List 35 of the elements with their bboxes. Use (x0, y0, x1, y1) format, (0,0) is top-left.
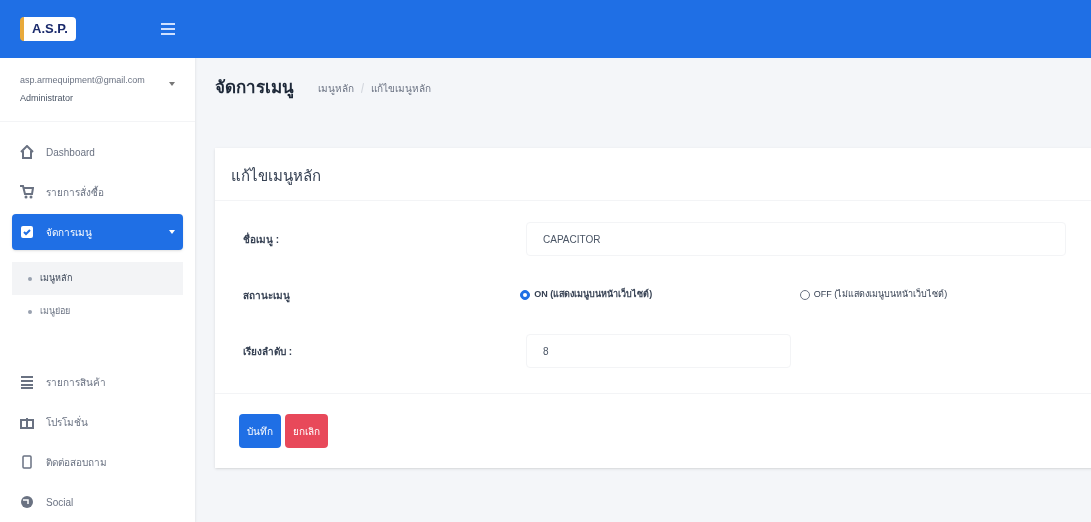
cart-icon (20, 185, 34, 199)
save-button[interactable]: บันทึก (239, 414, 281, 448)
breadcrumb-item[interactable]: เมนูหลัก (318, 80, 354, 96)
menu-icon[interactable] (161, 23, 175, 35)
number-field[interactable]: 8 (526, 334, 791, 368)
field-label: ชื่อเมนู : (242, 231, 281, 247)
text-field[interactable]: CAPACITOR (526, 222, 1066, 256)
submenu-item[interactable]: เมนูหลัก (12, 262, 183, 295)
breadcrumb-item: แก้ไขเมนูหลัก (371, 81, 431, 96)
sidebar-item[interactable]: ติดต่อสอบถาม (12, 444, 183, 480)
submenu-item[interactable]: เมนูย่อย (12, 295, 183, 328)
radio-option[interactable]: OFF (ไม่แสดงเมนูบนหน้าเว็บไซต์) (799, 288, 1079, 302)
sidebar-item[interactable]: Social (12, 484, 183, 520)
list-icon (20, 375, 34, 389)
cancel-button[interactable]: ยกเลิก (285, 414, 328, 448)
field-label: สถานะเมนู (242, 288, 291, 303)
checkbox-icon (20, 225, 34, 239)
home-icon (20, 145, 34, 159)
globe-icon (20, 495, 34, 509)
sidebar-item[interactable]: รายการสั่งซื้อ (12, 174, 183, 210)
logo[interactable]: A.S.P. (20, 17, 76, 41)
field-label: เรียงลำดับ : (242, 344, 294, 359)
page-title: จัดการเมนู (215, 77, 294, 101)
card-title: แก้ไขเมนูหลัก (231, 167, 321, 184)
caret-icon[interactable] (169, 82, 175, 86)
phone-icon (20, 455, 34, 469)
user-email: asp.armequipment@gmail.com (20, 74, 145, 87)
caret-icon (169, 230, 175, 234)
sidebar-item[interactable]: จัดการเมนู (12, 214, 183, 250)
sidebar-item[interactable]: รายการสินค้า (12, 364, 183, 400)
sidebar-item[interactable]: โปรโมชั่น (12, 404, 183, 440)
gift-icon (20, 415, 34, 429)
user-role: Administrator (20, 91, 74, 105)
sidebar-item[interactable]: Dashboard (12, 134, 183, 170)
radio-option[interactable]: ON (แสดงเมนูบนหน้าเว็บไซต์) (520, 288, 800, 302)
